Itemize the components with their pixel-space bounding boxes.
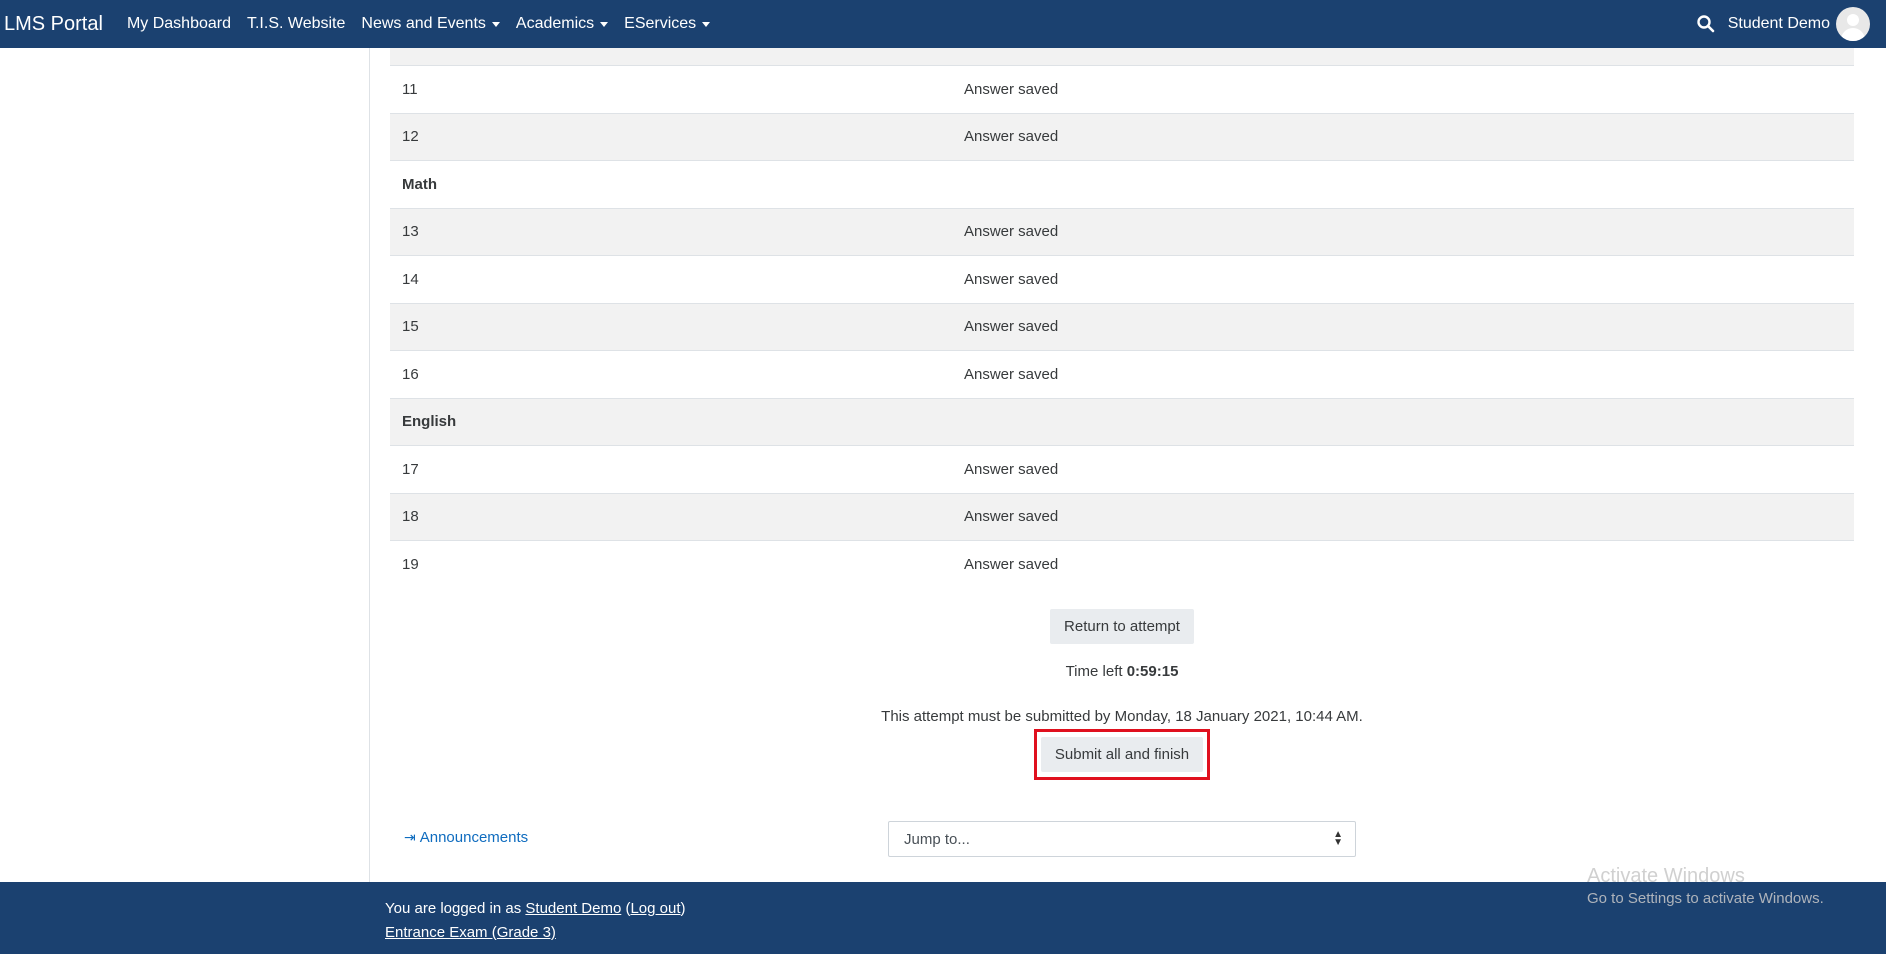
user-menu-name[interactable]: Student Demo — [1728, 15, 1830, 33]
question-number[interactable]: 13 — [390, 223, 964, 240]
question-status: Answer saved — [964, 508, 1059, 526]
top-navbar: LMS Portal My Dashboard T.I.S. Website N… — [0, 0, 1886, 48]
return-button-wrap: Return to attempt — [880, 609, 1364, 644]
brand-logo-text[interactable]: LMS Portal — [4, 13, 103, 36]
time-left: Time left 0:59:15 — [880, 663, 1364, 680]
caret-down-icon — [600, 21, 609, 27]
question-number[interactable]: 18 — [390, 508, 964, 525]
question-number[interactable]: 16 — [390, 366, 964, 383]
question-status: Answer saved — [964, 365, 1059, 383]
table-row: 12 Answer saved — [390, 112, 1854, 160]
table-row: 17 Answer saved — [390, 445, 1854, 493]
table-row: 19 Answer saved — [390, 540, 1854, 588]
section-heading-row: English — [390, 397, 1854, 445]
question-status: Answer saved — [964, 270, 1059, 288]
table-row: 16 Answer saved — [390, 350, 1854, 398]
submit-all-and-finish-button[interactable]: Submit all and finish — [1040, 737, 1204, 772]
time-left-label: Time left — [1065, 663, 1123, 680]
table-row: 15 Answer saved — [390, 302, 1854, 350]
nav-eservices-dropdown[interactable]: EServices — [624, 15, 711, 33]
attempt-summary-table: 11 Answer saved 12 Answer saved Math 13 … — [390, 48, 1854, 588]
question-status: Answer saved — [964, 318, 1059, 336]
logged-in-prefix: You are logged in as — [385, 900, 522, 917]
announcements-link[interactable]: ⇥ Announcements — [404, 829, 528, 846]
nav-tis-website[interactable]: T.I.S. Website — [247, 15, 345, 33]
nav-label: EServices — [624, 15, 697, 32]
logged-in-info: You are logged in as Student Demo (Log o… — [385, 900, 686, 917]
windows-activation-watermark: Activate Windows Go to Settings to activ… — [1587, 865, 1824, 907]
nav-label: My Dashboard — [126, 15, 231, 32]
search-icon[interactable] — [1696, 14, 1716, 34]
nav-label: News and Events — [361, 15, 486, 32]
deadline-text: This attempt must be submitted by Monday… — [881, 708, 1363, 725]
nav-academics-dropdown[interactable]: Academics — [515, 15, 609, 33]
question-number[interactable]: 11 — [390, 81, 964, 98]
question-status: Answer saved — [964, 80, 1059, 98]
highlight-box: Submit all and finish — [1033, 729, 1211, 780]
jump-to-value: Jump to... — [904, 830, 970, 848]
course-link-wrap: Entrance Exam (Grade 3) — [385, 924, 556, 941]
section-heading: English — [402, 413, 457, 431]
nav-label: Academics — [515, 15, 595, 32]
table-row: 11 Answer saved — [390, 65, 1854, 113]
submit-button-wrap: Submit all and finish — [880, 729, 1364, 780]
section-heading: Math — [402, 175, 437, 193]
question-number[interactable]: 17 — [390, 461, 964, 478]
question-status: Answer saved — [964, 460, 1059, 478]
time-left-value: 0:59:15 — [1126, 663, 1179, 680]
question-number[interactable]: 19 — [390, 556, 964, 573]
logout-link[interactable]: Log out — [630, 900, 680, 917]
return-to-attempt-button[interactable]: Return to attempt — [1050, 609, 1194, 644]
question-number[interactable]: 12 — [390, 128, 964, 145]
watermark-title: Activate Windows — [1587, 865, 1745, 887]
jump-to-select[interactable]: Jump to... ▲ ▼ — [888, 821, 1356, 857]
user-profile-link[interactable]: Student Demo — [525, 900, 621, 917]
previous-activity-arrow-icon: ⇥ — [404, 829, 416, 845]
question-status: Answer saved — [964, 555, 1059, 573]
nav-news-events-dropdown[interactable]: News and Events — [361, 15, 500, 33]
table-row: 14 Answer saved — [390, 255, 1854, 303]
question-number[interactable]: 15 — [390, 318, 964, 335]
question-status: Answer saved — [964, 128, 1059, 146]
nav-label: T.I.S. Website — [246, 15, 346, 32]
caret-down-icon — [491, 21, 500, 27]
caret-down-icon — [702, 21, 711, 27]
watermark-subtitle: Go to Settings to activate Windows. — [1587, 890, 1824, 907]
user-area: Student Demo — [1696, 0, 1870, 48]
select-arrows-icon: ▲ ▼ — [1333, 829, 1343, 848]
question-number[interactable]: 14 — [390, 271, 964, 288]
nav-my-dashboard[interactable]: My Dashboard — [127, 15, 231, 33]
sidebar-divider — [369, 48, 370, 882]
avatar[interactable] — [1836, 7, 1870, 41]
table-row-partial — [390, 48, 1854, 65]
table-row: 18 Answer saved — [390, 492, 1854, 540]
course-link[interactable]: Entrance Exam (Grade 3) — [385, 924, 556, 941]
table-row: 13 Answer saved — [390, 207, 1854, 255]
question-status: Answer saved — [964, 223, 1059, 241]
section-heading-row: Math — [390, 160, 1854, 208]
announcements-label: Announcements — [419, 829, 529, 846]
